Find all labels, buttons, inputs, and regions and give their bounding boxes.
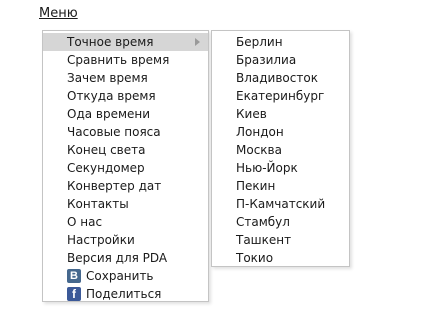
menu-item-compare-time[interactable]: Сравнить время [43,51,208,69]
menu-item-why-time[interactable]: Зачем время [43,69,208,87]
vk-icon: B [67,269,81,283]
submenu-arrow-icon [195,38,200,46]
menu-item-time-zones[interactable]: Часовые пояса [43,123,208,141]
menu-item-settings[interactable]: Настройки [43,231,208,249]
menu-item-contacts[interactable]: Контакты [43,195,208,213]
menu-item-date-converter[interactable]: Конвертер дат [43,177,208,195]
menu-item-stopwatch[interactable]: Секундомер [43,159,208,177]
city-item-p-kamchatsky[interactable]: П-Камчатский [212,195,349,213]
city-item-moscow[interactable]: Москва [212,141,349,159]
city-item-kiev[interactable]: Киев [212,105,349,123]
city-item-beijing[interactable]: Пекин [212,177,349,195]
city-item-berlin[interactable]: Берлин [212,33,349,51]
city-item-london[interactable]: Лондон [212,123,349,141]
city-item-vladivostok[interactable]: Владивосток [212,69,349,87]
city-item-yekaterinburg[interactable]: Екатеринбург [212,87,349,105]
vk-save-button[interactable]: B Сохранить [43,267,208,285]
menu-item-ode-to-time[interactable]: Ода времени [43,105,208,123]
main-menu-dropdown: Точное время Сравнить время Зачем время … [42,30,209,302]
city-item-tokyo[interactable]: Токио [212,249,349,267]
facebook-share-label: Поделиться [86,287,162,301]
cities-submenu: Берлин Бразилиа Владивосток Екатеринбург… [211,30,350,267]
facebook-share-button[interactable]: f Поделиться [43,285,208,303]
menu-item-pda-version[interactable]: Версия для PDA [43,249,208,267]
menu-item-about[interactable]: О нас [43,213,208,231]
menu-item-label: Точное время [67,35,154,49]
city-item-brasilia[interactable]: Бразилиа [212,51,349,69]
menu-link[interactable]: Меню [39,5,78,23]
menu-item-end-of-world[interactable]: Конец света [43,141,208,159]
menu-item-exact-time[interactable]: Точное время [43,33,208,51]
city-item-istanbul[interactable]: Стамбул [212,213,349,231]
city-item-tashkent[interactable]: Ташкент [212,231,349,249]
city-item-new-york[interactable]: Нью-Йорк [212,159,349,177]
facebook-icon: f [67,287,81,301]
menu-item-time-origin[interactable]: Откуда время [43,87,208,105]
